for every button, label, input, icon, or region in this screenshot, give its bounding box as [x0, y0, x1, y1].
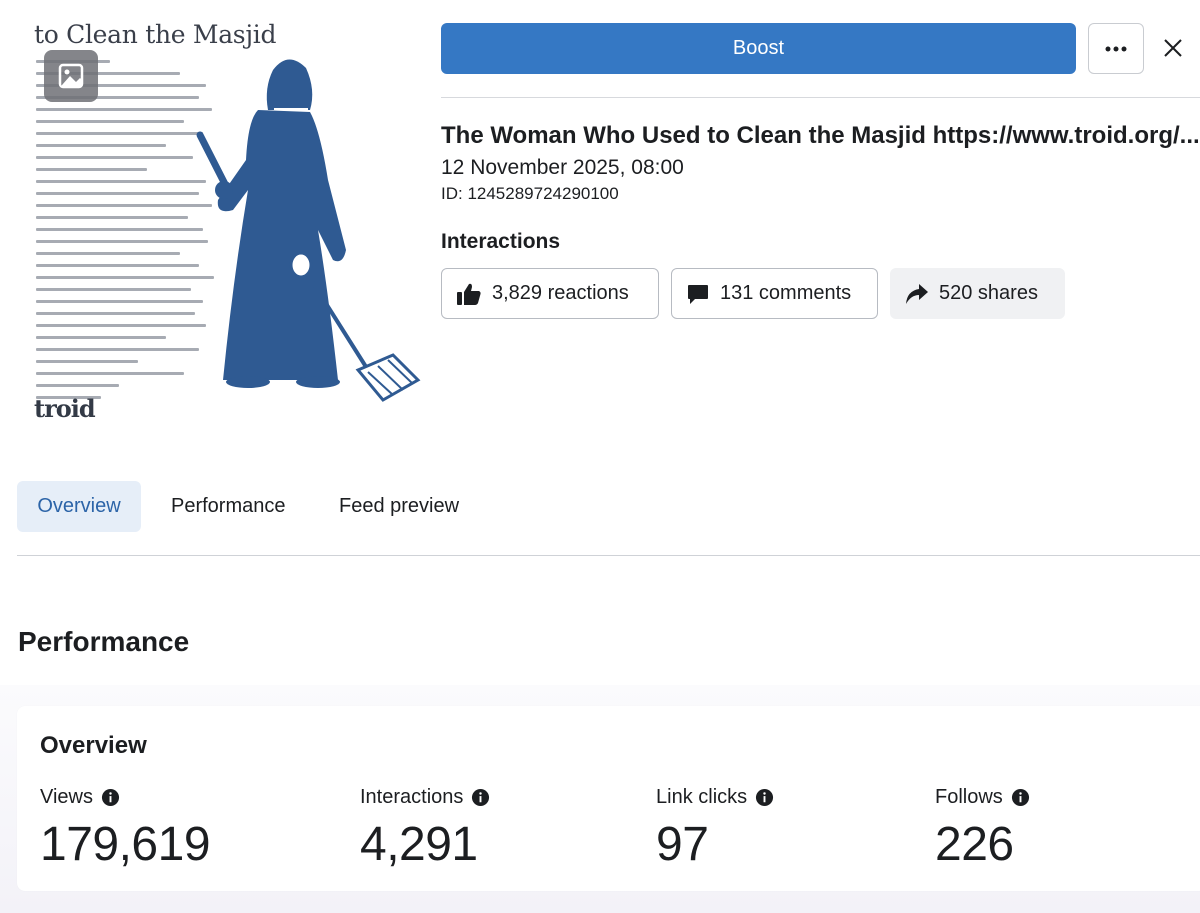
share-icon: [906, 283, 928, 304]
metric-value: 226: [935, 818, 1014, 871]
post-thumbnail[interactable]: to Clean the Masjid troid: [18, 10, 423, 430]
info-icon[interactable]: [471, 788, 490, 807]
image-icon: [44, 50, 98, 102]
metric-interactions: Interactions 4,291: [360, 786, 490, 872]
tabs-divider: [17, 555, 1200, 556]
info-icon[interactable]: [101, 788, 120, 807]
metric-value: 4,291: [360, 818, 478, 871]
overview-card: Overview Views 179,619 Interactions 4,29…: [17, 706, 1200, 891]
metric-label: Views: [40, 786, 93, 808]
shares-chip[interactable]: 520 shares: [890, 268, 1065, 319]
interactions-heading: Interactions: [441, 230, 561, 253]
metric-label: Interactions: [360, 786, 464, 808]
info-icon[interactable]: [755, 788, 774, 807]
metric-label: Follows: [935, 786, 1003, 808]
performance-heading: Performance: [18, 626, 190, 657]
tab-performance[interactable]: Performance: [171, 481, 286, 532]
cleaning-woman-illustration: [196, 59, 421, 402]
header-divider: [441, 97, 1200, 98]
tab-feed-preview[interactable]: Feed preview: [339, 481, 459, 532]
thumbnail-title: to Clean the Masjid: [34, 20, 277, 49]
thumbnail-brand: troid: [34, 394, 96, 423]
comments-label: 131 comments: [720, 282, 852, 304]
post-title: The Woman Who Used to Clean the Masjid h…: [441, 122, 1200, 149]
metric-follows: Follows 226: [935, 786, 1030, 872]
close-button[interactable]: [1156, 29, 1190, 67]
comment-icon: [688, 284, 708, 304]
metric-views: Views 179,619: [40, 786, 211, 872]
post-date: 12 November 2025, 08:00: [441, 156, 684, 179]
more-options-button[interactable]: [1088, 23, 1144, 74]
shares-label: 520 shares: [939, 282, 1038, 304]
metric-value: 97: [656, 818, 709, 871]
close-icon: [1164, 39, 1182, 57]
tab-overview[interactable]: Overview: [17, 481, 141, 532]
thumbs-up-icon: [457, 283, 481, 305]
metric-link-clicks: Link clicks 97: [656, 786, 774, 872]
boost-button[interactable]: Boost: [441, 23, 1076, 74]
comments-chip[interactable]: 131 comments: [671, 268, 878, 319]
overview-card-title: Overview: [40, 732, 147, 759]
more-horizontal-icon: [1105, 46, 1127, 51]
metric-value: 179,619: [40, 818, 211, 871]
info-icon[interactable]: [1011, 788, 1030, 807]
reactions-chip[interactable]: 3,829 reactions: [441, 268, 659, 319]
post-id: ID: 1245289724290100: [441, 184, 619, 203]
reactions-label: 3,829 reactions: [492, 282, 629, 304]
metric-label: Link clicks: [656, 786, 748, 808]
